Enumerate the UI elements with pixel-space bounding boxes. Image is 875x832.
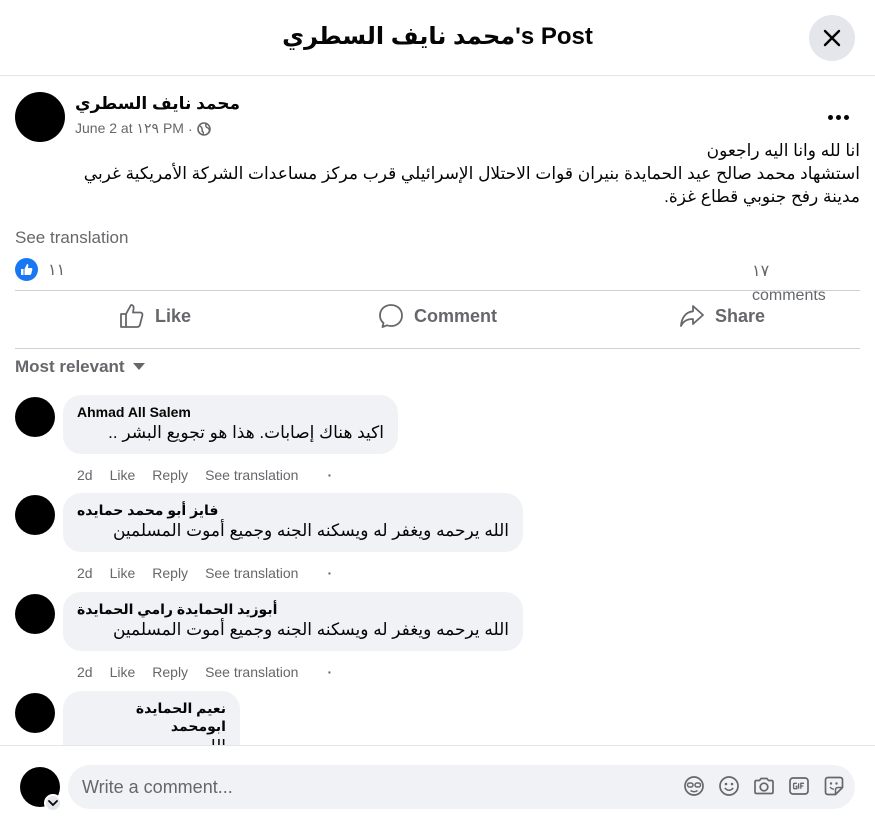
comment-time[interactable]: 2d — [77, 664, 93, 680]
like-count: ١١ — [48, 261, 66, 279]
share-label: Share — [715, 305, 766, 326]
comment-text: الله يرحمه ويغفر له ويسكنه الجنه وجميع أ… — [112, 521, 509, 540]
comment-bubble: أبوزيد الحمايدة رامي الحمايدة الله يرحمه… — [63, 592, 523, 651]
comment-actions: 2d Like Reply See translation · — [77, 664, 349, 680]
sticker-icon[interactable] — [823, 775, 845, 797]
post-text-line: انا لله وانا اليه راجعون — [706, 141, 860, 160]
comment-label: Comment — [414, 305, 498, 326]
composer-tools — [683, 775, 845, 797]
comment-text: الله يرحمه ويغفر له ويسكنه الجنه وجميع أ… — [112, 620, 509, 639]
commenter-avatar[interactable] — [15, 693, 55, 733]
thumbs-up-icon — [15, 258, 38, 281]
post-time[interactable]: June 2 at ١٢٩ PM — [75, 120, 184, 137]
see-translation-link[interactable]: See translation — [15, 228, 128, 248]
author-avatar[interactable] — [15, 92, 65, 142]
share-button[interactable]: Share — [679, 301, 765, 331]
comment-separator: · — [327, 565, 333, 581]
commenter-avatar[interactable] — [15, 594, 55, 634]
comment-text: الله يرحمه — [77, 735, 226, 745]
globe-icon — [196, 121, 211, 136]
chevron-down-icon — [48, 799, 58, 806]
more-options-button[interactable] — [822, 101, 854, 133]
comment-bubble-icon — [379, 304, 403, 328]
commenter-name[interactable]: Ahmad All Salem — [77, 403, 384, 421]
sort-label: Most relevant — [15, 357, 125, 376]
comment-see-translation[interactable]: See translation — [205, 664, 298, 680]
divider — [15, 290, 860, 291]
comment-actions: 2d Like Reply See translation · — [77, 565, 349, 581]
comment-sort-dropdown[interactable]: Most relevant — [15, 357, 145, 377]
comment-reply-button[interactable]: Reply — [152, 565, 188, 581]
camera-icon[interactable] — [753, 775, 775, 797]
comment-composer — [68, 765, 855, 809]
emoji-icon[interactable] — [718, 775, 740, 797]
reactions-summary[interactable]: ١١ — [15, 258, 65, 281]
comment-bubble: فايز أبو محمد حمايده الله يرحمه ويغفر له… — [63, 493, 523, 552]
post-dialog-header: محمد نايف السطري's Post — [0, 0, 875, 76]
comment-like-button[interactable]: Like — [110, 467, 136, 483]
comment-input[interactable] — [68, 765, 648, 809]
comment-button[interactable]: Comment — [378, 301, 497, 331]
comment-see-translation[interactable]: See translation — [205, 467, 298, 483]
thumbs-up-outline-icon — [120, 304, 144, 328]
comment-bubble: نعيم الحمايدة ابومحمد الله يرحمه — [63, 691, 240, 745]
post-text-line: استشهاد محمد صالح عيد الحمايدة بنيران قو… — [83, 164, 860, 183]
comment-separator: · — [327, 664, 333, 680]
meta-separator: · — [187, 120, 193, 137]
like-button[interactable]: Like — [119, 301, 191, 331]
post-text: انا لله وانا اليه راجعون استشهاد محمد صا… — [20, 139, 860, 208]
comment-count-link[interactable]: ١٧ comments — [752, 260, 852, 308]
profile-switch-button[interactable] — [44, 794, 62, 812]
comment-like-button[interactable]: Like — [110, 664, 136, 680]
comment-composer-bar — [0, 745, 875, 832]
commenter-name[interactable]: نعيم الحمايدة ابومحمد — [77, 699, 226, 735]
commenter-name[interactable]: أبوزيد الحمايدة رامي الحمايدة — [77, 600, 509, 618]
commenter-name[interactable]: فايز أبو محمد حمايده — [77, 501, 509, 519]
comment-separator: · — [327, 467, 333, 483]
author-name[interactable]: محمد نايف السطري — [75, 94, 240, 114]
comment-time[interactable]: 2d — [77, 565, 93, 581]
comment-text: اكيد هناك إصابات. هذا هو تجويع البشر .. — [108, 423, 384, 442]
commenter-avatar[interactable] — [15, 397, 55, 437]
close-button[interactable] — [809, 15, 855, 61]
page-title: محمد نايف السطري's Post — [282, 23, 593, 50]
comment-reply-button[interactable]: Reply — [152, 467, 188, 483]
comment-time[interactable]: 2d — [77, 467, 93, 483]
comment-actions: 2d Like Reply See translation · — [77, 467, 349, 483]
comment-like-button[interactable]: Like — [110, 565, 136, 581]
like-label: Like — [155, 305, 192, 326]
avatar-sticker-icon[interactable] — [683, 775, 705, 797]
gif-icon[interactable] — [788, 775, 810, 797]
post-meta: June 2 at ١٢٩ PM · — [75, 120, 211, 137]
close-icon — [823, 29, 841, 47]
comment-see-translation[interactable]: See translation — [205, 565, 298, 581]
post-content: محمد نايف السطري June 2 at ١٢٩ PM · انا … — [0, 77, 875, 745]
comment-count-word: comments — [752, 287, 826, 304]
more-icon — [827, 114, 849, 120]
divider — [15, 348, 860, 349]
post-text-line: مدينة رفح جنوبي قطاع غزة. — [664, 187, 860, 206]
comment-bubble: Ahmad All Salem اكيد هناك إصابات. هذا هو… — [63, 395, 398, 454]
share-arrow-icon — [680, 305, 704, 327]
caret-down-icon — [132, 363, 145, 370]
commenter-avatar[interactable] — [15, 495, 55, 535]
comment-count-number: ١٧ — [752, 263, 770, 280]
comment-reply-button[interactable]: Reply — [152, 664, 188, 680]
